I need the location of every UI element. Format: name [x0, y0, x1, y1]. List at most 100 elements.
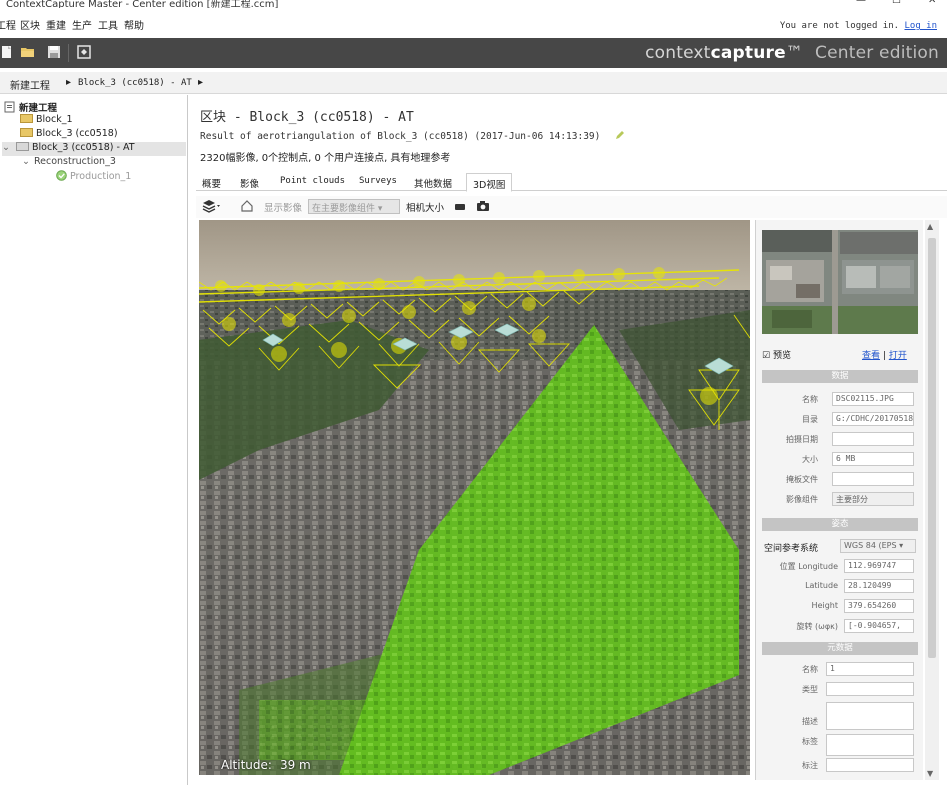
breadcrumb: 新建工程 ▸ Block_3 (cc0518) - AT ▸: [0, 72, 947, 94]
maximize-button[interactable]: ☐: [892, 0, 901, 6]
check-circle-icon: [56, 170, 67, 181]
height-field[interactable]: 379.654260: [844, 599, 914, 613]
camera-icon[interactable]: [476, 200, 490, 215]
prop-label: Latitude: [805, 581, 838, 590]
image-component-value: 在主要影像组件: [312, 204, 376, 214]
meta-tags-field[interactable]: [826, 734, 914, 756]
prop-label: Height: [811, 601, 838, 610]
menu-reconstruction[interactable]: 重建: [46, 17, 66, 32]
prop-value[interactable]: 6 MB: [832, 452, 914, 466]
prop-value[interactable]: [832, 432, 914, 446]
latitude-field[interactable]: 28.120499: [844, 579, 914, 593]
prop-label: 拍摄日期: [786, 435, 818, 444]
tree-item-label: Production_1: [70, 171, 132, 182]
tree-item-label: Reconstruction_3: [33, 156, 116, 167]
view-link[interactable]: 查看: [862, 351, 880, 361]
show-images-label[interactable]: 显示影像: [264, 200, 302, 214]
brand-edition: Center edition: [815, 43, 939, 63]
longitude-field[interactable]: 112.969747: [844, 559, 914, 573]
section-pose-header: 姿态: [762, 518, 918, 531]
tab-general[interactable]: 概要: [202, 176, 221, 190]
menu-project[interactable]: 工程: [0, 17, 16, 32]
menu-block[interactable]: 区块: [20, 17, 40, 32]
prop-label: 位置 Longitude: [779, 562, 838, 571]
altitude-readout: Altitude: 39 m: [221, 758, 311, 772]
settings-icon[interactable]: [76, 44, 92, 60]
tab-other-data[interactable]: 其他数据: [414, 176, 452, 190]
open-icon[interactable]: [20, 44, 36, 60]
preview-label: 预览: [772, 351, 791, 361]
scrollbar-thumb[interactable]: [928, 238, 936, 658]
tree-item-production-1[interactable]: Production_1: [56, 170, 131, 184]
viewer-toolbar: 显示影像 在主要影像组件 ▾ 相机大小: [196, 196, 947, 218]
tree-item-reconstruction-3[interactable]: ⌄ Reconstruction_3: [22, 156, 116, 170]
properties-panel: ☑ 预览 查看 | 打开 数据 名称 DSC02115.JPG 目录 G:/CD…: [755, 220, 923, 780]
chevron-down-icon[interactable]: ⌄: [2, 142, 10, 153]
tab-surveys[interactable]: Surveys: [359, 176, 397, 186]
page-title: 区块 - Block_3 (cc0518) - AT: [200, 110, 414, 125]
meta-annotation-field[interactable]: [826, 758, 914, 772]
brand-part2: capture: [710, 43, 786, 63]
prop-label: 标签: [802, 737, 818, 746]
tree-root[interactable]: 新建工程: [4, 100, 57, 114]
new-icon[interactable]: [0, 44, 16, 60]
prop-label: 标注: [802, 761, 818, 770]
breadcrumb-current[interactable]: Block_3 (cc0518) - AT: [78, 78, 192, 88]
image-component-select[interactable]: 在主要影像组件 ▾: [308, 199, 400, 214]
meta-name-field[interactable]: 1: [826, 662, 914, 676]
minimize-button[interactable]: —: [856, 0, 866, 6]
tab-photos[interactable]: 影像: [240, 176, 259, 190]
open-link[interactable]: 打开: [889, 351, 907, 361]
photo-component-select[interactable]: 主要部分: [832, 492, 914, 506]
tab-3d-view[interactable]: 3D视图: [466, 173, 513, 192]
brand-part1: context: [645, 43, 711, 63]
home-icon[interactable]: [240, 199, 254, 216]
meta-description-field[interactable]: [826, 702, 914, 730]
scroll-down-icon[interactable]: ▼: [927, 769, 933, 778]
scroll-up-icon[interactable]: ▲: [927, 222, 933, 231]
save-icon[interactable]: [46, 44, 62, 60]
menu-help[interactable]: 帮助: [124, 17, 144, 32]
rotation-field[interactable]: [-0.904657,: [844, 619, 914, 633]
srs-label: 空间参考系统: [764, 544, 819, 554]
layers-icon[interactable]: [202, 199, 222, 216]
camera-size-slider-icon[interactable]: [454, 202, 466, 215]
page-subtitle: Result of aerotriangulation of Block_3 (…: [200, 129, 626, 142]
3d-viewport[interactable]: Altitude: 39 m: [199, 220, 750, 775]
chevron-down-icon[interactable]: ⌄: [22, 156, 30, 167]
tree-item-block-3[interactable]: Block_3 (cc0518): [20, 128, 118, 142]
meta-type-field[interactable]: [826, 682, 914, 696]
breadcrumb-separator: ▸: [198, 77, 204, 88]
camera-size-label[interactable]: 相机大小: [406, 200, 444, 214]
prop-label: 旋转 (ωφκ): [796, 622, 838, 631]
title-bar: ContextCapture Master - Center edition […: [0, 0, 947, 10]
prop-label: 类型: [802, 685, 818, 694]
tree-item-block-3-at[interactable]: ⌄ Block_3 (cc0518) - AT: [2, 142, 186, 156]
main-toolbar: contextcapture™ Center edition: [0, 38, 947, 68]
prop-value[interactable]: [832, 472, 914, 486]
breadcrumb-root[interactable]: 新建工程: [10, 77, 50, 92]
checkbox-icon[interactable]: ☑: [762, 351, 770, 361]
login-link[interactable]: Log in: [904, 21, 937, 31]
altitude-label: Altitude:: [221, 758, 272, 772]
prop-label: 名称: [802, 665, 818, 674]
tree-item-block-1[interactable]: Block_1: [20, 114, 73, 128]
tree-root-label: 新建工程: [19, 103, 58, 114]
tree-item-label: Block_1: [36, 114, 73, 125]
preview-toggle[interactable]: ☑ 预览: [762, 348, 791, 361]
srs-select[interactable]: WGS 84 (EPS ▾: [840, 539, 916, 553]
panel-scrollbar[interactable]: ▲ ▼: [925, 220, 939, 780]
prop-label: 影像组件: [786, 495, 818, 504]
menu-tools[interactable]: 工具: [98, 17, 118, 32]
tab-point-clouds[interactable]: Point clouds: [280, 176, 345, 186]
prop-value[interactable]: DSC02115.JPG: [832, 392, 914, 406]
prop-label: 描述: [802, 717, 818, 726]
prop-value[interactable]: G:/CDHC/20170518: [832, 412, 914, 426]
edit-pencil-icon[interactable]: [614, 129, 626, 141]
project-tree: 新建工程 Block_1 Block_3 (cc0518) ⌄ Block_3 (…: [0, 95, 188, 785]
link-separator: |: [882, 351, 886, 361]
close-button[interactable]: ✕: [928, 0, 936, 6]
menu-production[interactable]: 生产: [72, 17, 92, 32]
toolbar-separator: [68, 44, 69, 62]
panel-links: 查看 | 打开: [862, 348, 907, 361]
